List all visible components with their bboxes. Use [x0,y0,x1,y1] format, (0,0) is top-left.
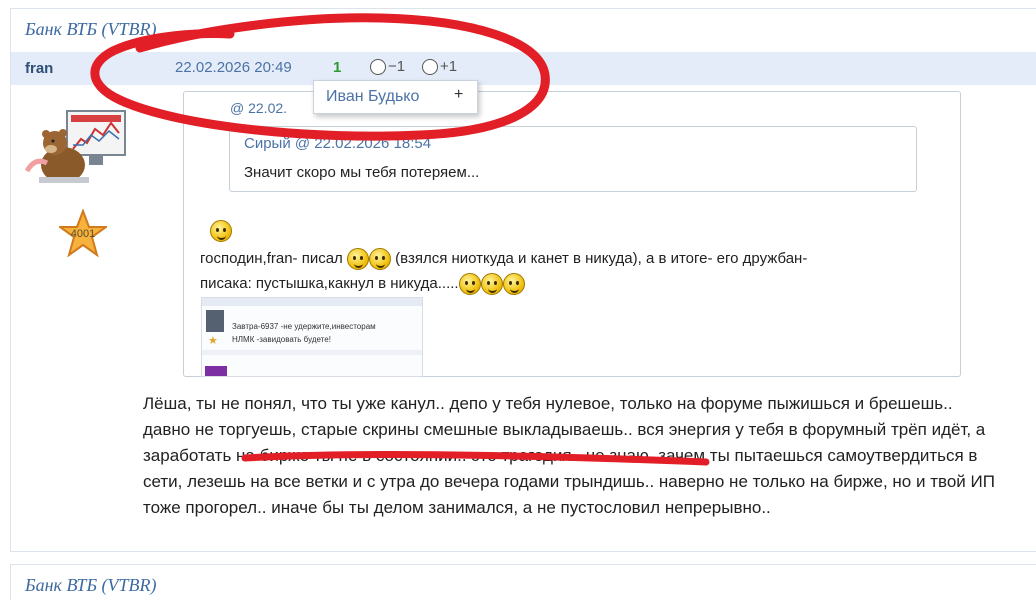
vote-minus-label: −1 [388,58,406,75]
next-forum-title-link[interactable]: Банк ВТБ (VTBR) [25,575,157,596]
quote-inner: Сирый @ 22.02.2026 18:54 Значит скоро мы… [229,126,917,192]
quote-inner-text: Значит скоро мы тебя потеряем... [244,164,480,181]
thumb-header-bar [202,298,422,306]
badge-count: 4001 [70,228,96,240]
next-post: Банк ВТБ (VTBR) [10,564,1036,600]
quote-outer-header[interactable]: @ 22.02. [230,100,287,116]
user-dropdown: Иван Будько + [313,80,478,114]
post-date[interactable]: 22.02.2026 20:49 [175,59,292,76]
smiley-icon [346,248,369,271]
vote-minus-button[interactable]: −1 [370,58,405,75]
author-bar: fran 22.02.2026 20:49 1 −1 +1 [11,52,1036,85]
badge-count-wrap: 4001 [59,209,107,259]
quote-line-1b: (взялся ниоткуда и канет в никуда), а в … [395,250,808,267]
quote-line-1a: господин,fran- писал [200,250,343,267]
forum-title-link[interactable]: Банк ВТБ (VTBR) [25,19,157,40]
thumb-divider [202,350,422,355]
dropdown-user-item[interactable]: Иван Будько [326,88,419,106]
vote-plus-button[interactable]: +1 [422,58,457,75]
quote-inner-header[interactable]: Сирый @ 22.02.2026 18:54 [244,135,431,152]
thumb-line-1: Завтра-6937 -не удержите,инвесторам [232,322,376,331]
reply-text: Лёша, ты не понял, что ты уже канул.. де… [143,394,995,517]
smiley-icon [368,248,391,271]
smiley-icon [502,273,525,296]
radio-icon[interactable] [422,58,438,75]
forum-post: Банк ВТБ (VTBR) fran 22.02.2026 20:49 1 … [10,8,1036,552]
thumb-star-icon: ★ [208,335,218,347]
smiley-icon [458,273,481,296]
thumb-purple-avatar [205,366,227,376]
radio-icon[interactable] [370,58,386,75]
author-name[interactable]: fran [25,60,53,77]
post-rating: 1 [333,59,342,76]
quote-line-2: писака: пустышка,какнул в никуда..... [200,275,459,292]
quote-outer: @ 22.02. Сирый @ 22.02.2026 18:54 Значит… [183,91,961,377]
smiley-icon [480,273,503,296]
thumb-avatar [206,310,224,332]
quote-body: господин,fran- писал (взялся ниоткуда и … [200,246,940,296]
dropdown-add-button[interactable]: + [454,86,463,104]
smiley-icon [210,220,232,242]
screenshot-thumbnail[interactable]: ★ Завтра-6937 -не удержите,инвесторам НЛ… [201,297,423,377]
trader-bear-avatar-icon[interactable] [25,105,137,185]
thumb-line-2: НЛМК -завидовать будете! [232,335,331,344]
vote-plus-label: +1 [440,58,458,75]
